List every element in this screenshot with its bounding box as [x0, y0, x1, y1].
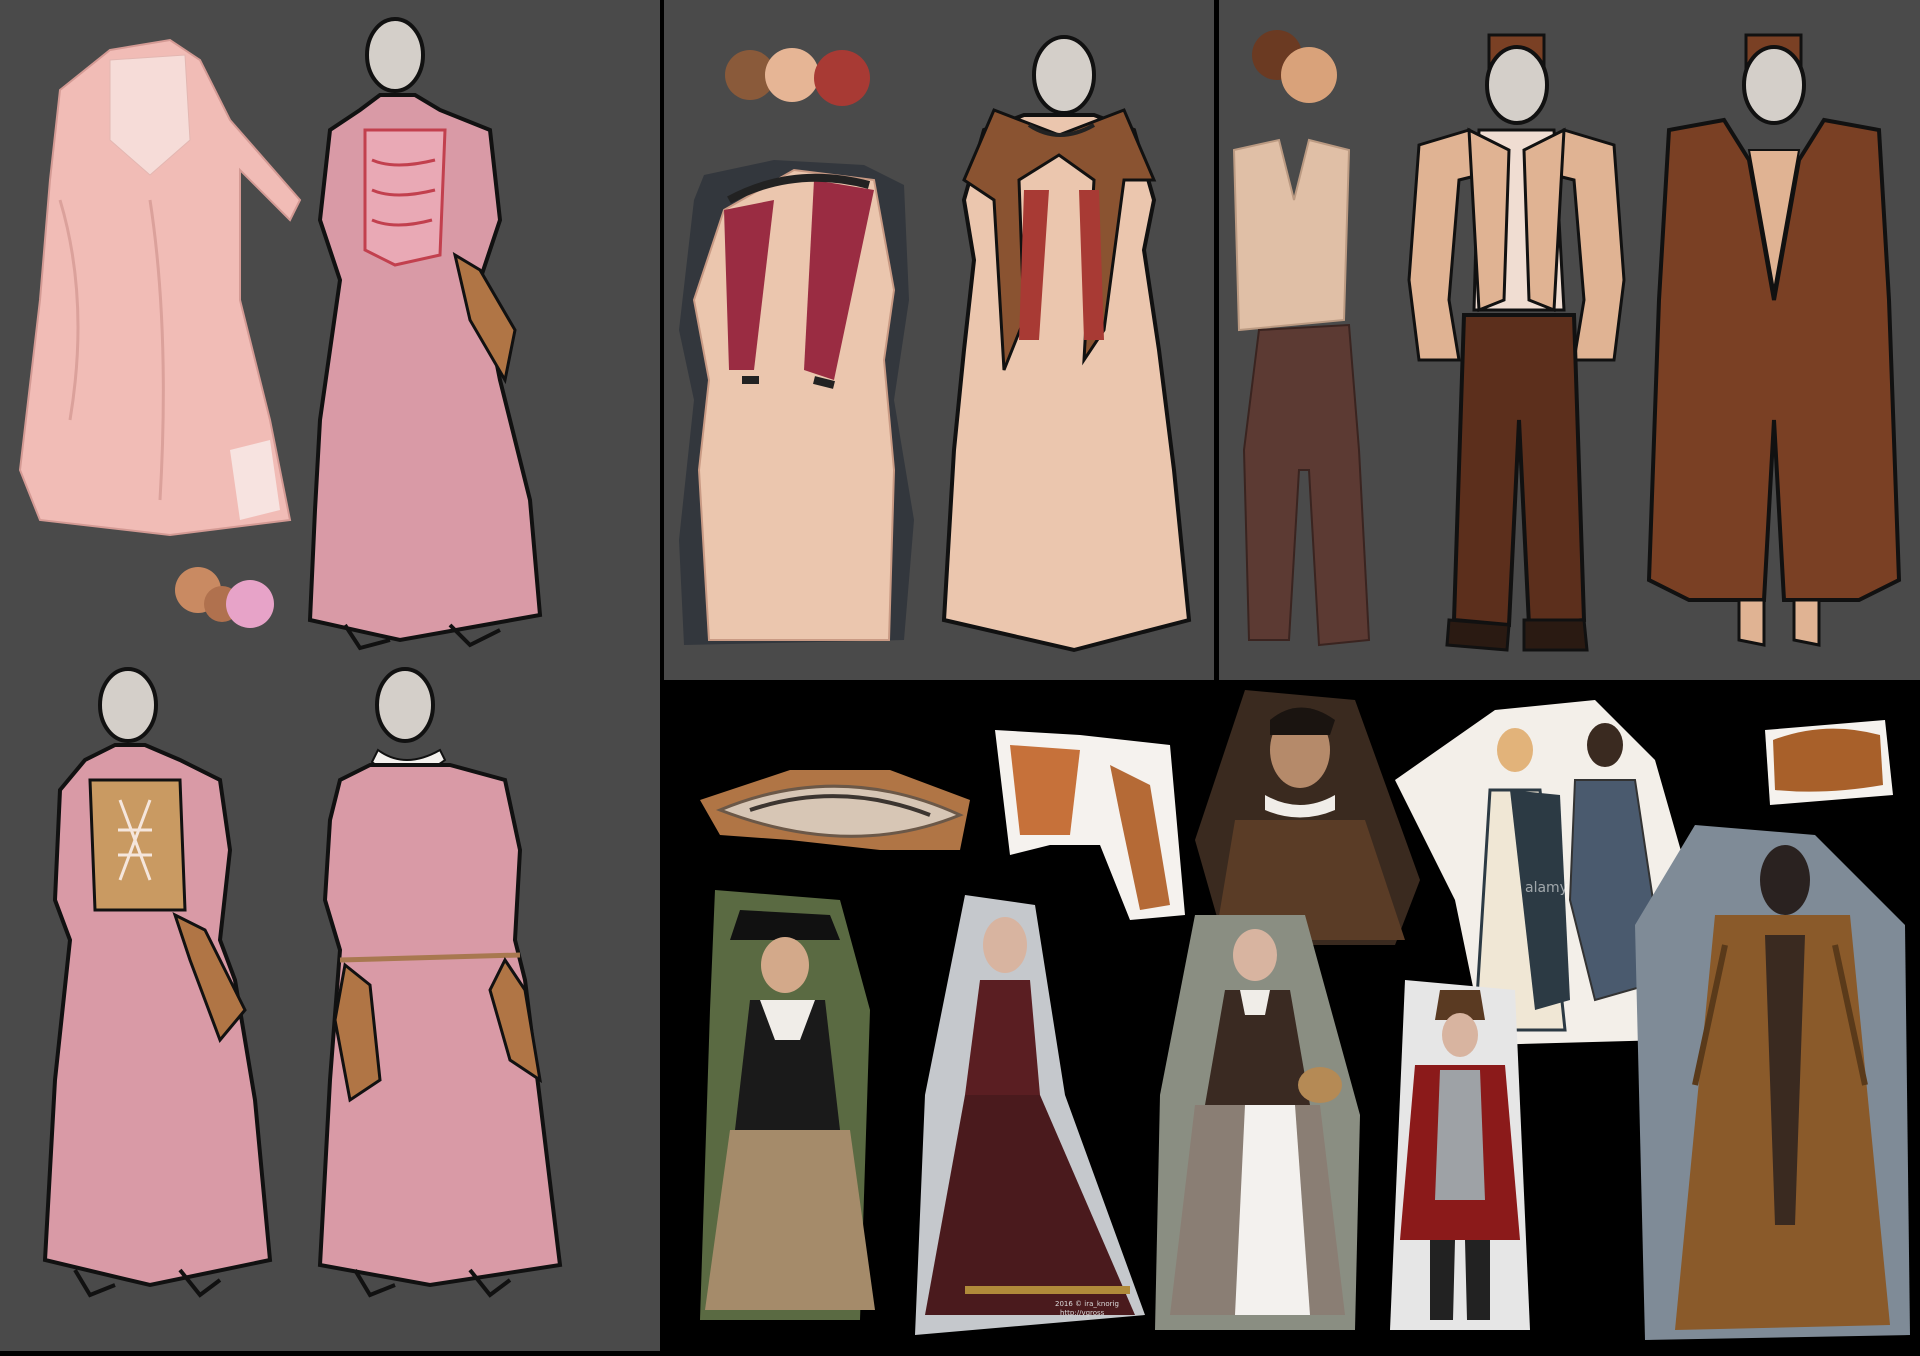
cream-dress-panel	[664, 0, 1214, 680]
vest-sketch	[1407, 33, 1626, 652]
credit-line-1: 2016 © ira_knorig	[1055, 1300, 1119, 1308]
cream-dress-sketch	[941, 35, 1192, 653]
man-red-coat-photo	[1385, 980, 1535, 1340]
palette-swatch	[765, 48, 819, 102]
credit-line-2: http://vgross	[1060, 1309, 1105, 1317]
pink-dress-collar-sketch	[317, 667, 563, 1298]
pink-dress-sketch	[307, 17, 543, 651]
burgundy-gown-photo: 2016 © ira_knorig http://vgross	[905, 895, 1150, 1335]
pink-dress-bodice-sketch	[42, 667, 273, 1298]
coat-sketch	[1646, 33, 1902, 647]
fox-tail-photo	[690, 740, 980, 860]
fur-coat-figure-photo	[1635, 825, 1915, 1345]
alamy-watermark: alamy	[1525, 880, 1568, 896]
vest-photo	[1232, 138, 1351, 332]
fur-coat-panel-art	[1232, 30, 1902, 652]
cream-dress-panel-art	[679, 35, 1192, 653]
fur-stole-photo	[1755, 710, 1895, 810]
pink-dress-panel	[0, 0, 660, 1351]
palette-swatch	[1281, 47, 1337, 103]
pink-dress-panel-art	[18, 17, 563, 1298]
portrait-man-fur-collar	[1195, 690, 1425, 950]
woman-basket-photo	[1145, 915, 1370, 1335]
fur-coat-panel	[1219, 0, 1920, 680]
trousers-photo	[1242, 323, 1371, 647]
cream-dress-photo	[679, 160, 914, 645]
palette-swatch	[226, 580, 274, 628]
palette-swatch	[814, 50, 870, 106]
pilgrim-woman-photo	[690, 880, 890, 1340]
pink-dress-photo	[18, 38, 302, 537]
